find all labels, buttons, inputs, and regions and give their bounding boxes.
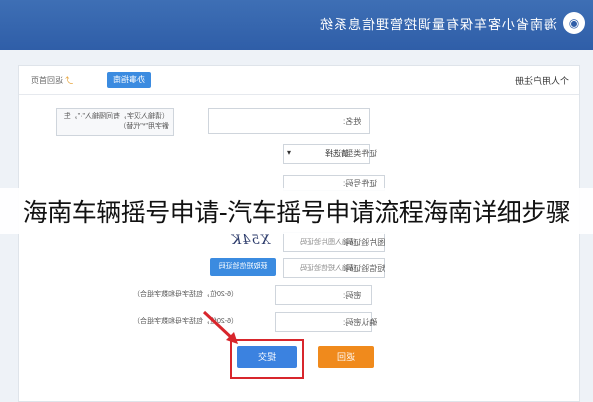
return-button[interactable]: 返回 — [318, 346, 374, 368]
submit-button[interactable]: 提交 — [237, 346, 297, 368]
password-hint: （6-20位，包括字母和数字组合） — [56, 287, 242, 303]
confirm-password-label: 确认密码: — [343, 318, 378, 327]
panel-header: ⤴ 返回首页 办事指南 个人用户注册 — [19, 66, 579, 95]
overlay-caption: 海南车辆摇号申请-汽车摇号申请流程海南详细步骤 — [22, 198, 571, 227]
home-link-label: 返回首页 — [31, 76, 63, 85]
password-label: 密码: — [343, 291, 362, 300]
captcha-label: 图片验证码: — [343, 238, 386, 247]
select-arrow-icon: ▾ — [287, 148, 292, 157]
home-icon: ⤴ — [65, 76, 74, 85]
home-link[interactable]: ⤴ 返回首页 — [31, 75, 73, 86]
get-sms-code-button[interactable]: 获取短信验证码 — [210, 258, 276, 276]
captcha-image[interactable]: X54K — [230, 233, 270, 249]
system-title: 海南省小客车保有量调控管理信息系统 — [318, 17, 557, 32]
top-header-bar: ◉ 海南省小客车保有量调控管理信息系统 — [0, 0, 593, 50]
sms-code-label: 短信验证码: — [343, 264, 386, 273]
panel-title: 个人用户注册 — [514, 76, 569, 86]
name-hint: （请输入汉字，有间隔输入"·"，生僻字用"*"代替） — [56, 108, 174, 136]
id-type-label: 证件类型: — [343, 149, 378, 158]
guide-button[interactable]: 办事指南 — [107, 72, 151, 88]
name-label: 姓名: — [343, 117, 362, 126]
logo-icon: ◉ — [563, 12, 585, 34]
